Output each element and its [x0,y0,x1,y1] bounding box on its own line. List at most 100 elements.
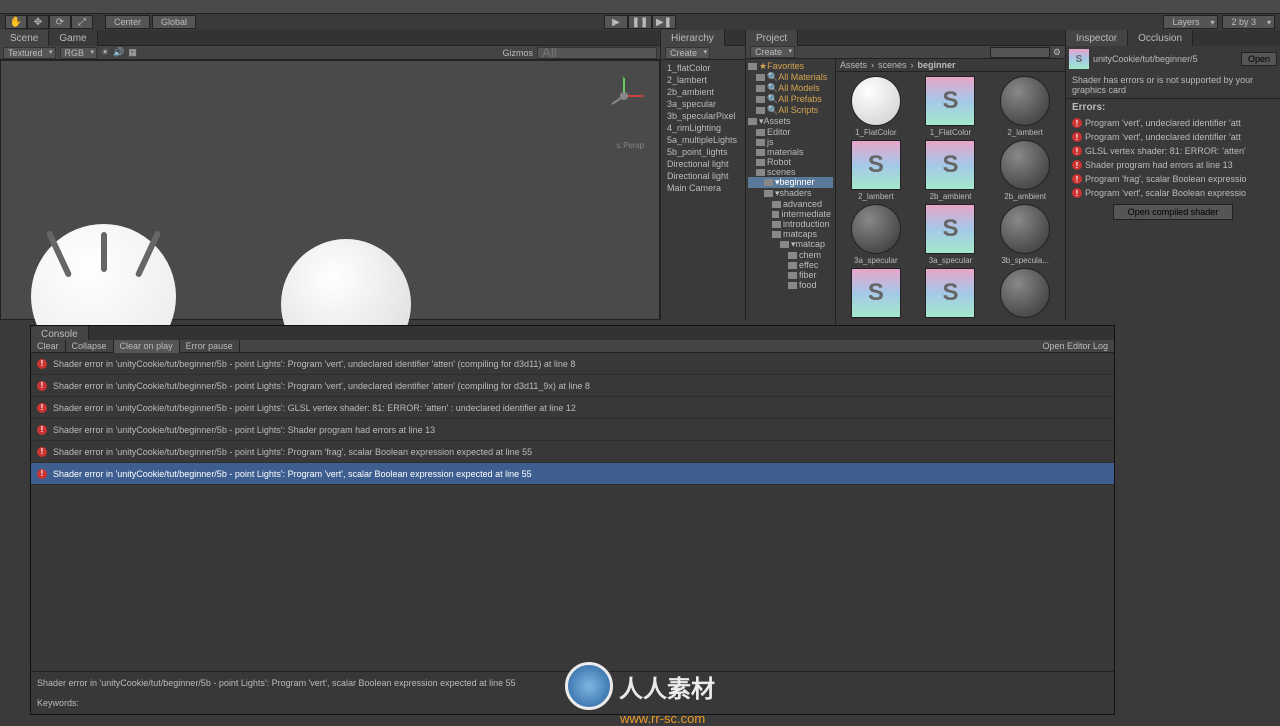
tab-project[interactable]: Project [746,30,798,46]
console-row[interactable]: !Shader error in 'unityCookie/tut/beginn… [31,441,1114,463]
open-button[interactable]: Open [1241,52,1277,66]
project-create[interactable]: Create [750,46,795,58]
move-tool[interactable]: ✥ [27,15,49,29]
asset-item[interactable]: 1_FlatColor [840,76,912,137]
tab-hierarchy[interactable]: Hierarchy [661,30,725,46]
tree-item[interactable]: effec [748,260,833,270]
asset-item[interactable]: S2b_ambient [915,140,987,201]
tree-item[interactable]: chem [748,250,833,260]
project-tree[interactable]: ★Favorites🔍All Materials🔍All Models🔍All … [746,59,836,324]
tree-item[interactable]: scenes [748,167,833,177]
audio-icon[interactable]: 🔊 [113,47,124,58]
inspector-error-row[interactable]: !Program 'vert', undeclared identifier '… [1066,116,1280,130]
open-compiled-button[interactable]: Open compiled shader [1113,204,1234,220]
collapse-button[interactable]: Collapse [66,340,114,353]
tree-item[interactable]: matcaps [748,229,833,239]
hierarchy-item[interactable]: Directional light [663,170,743,182]
bc-beginner[interactable]: beginner [918,60,956,70]
tree-item[interactable]: 🔍All Materials [748,72,833,83]
draw-mode[interactable]: Textured [3,47,56,59]
tree-item[interactable]: introduction [748,219,833,229]
inspector-error-row[interactable]: !Program 'vert', scalar Boolean expressi… [1066,186,1280,200]
tree-item[interactable]: 🔍All Models [748,83,833,94]
asset-item[interactable]: S [840,268,912,320]
fx-icon[interactable]: ▦ [128,47,137,58]
tree-item[interactable]: intermediate [748,209,833,219]
breadcrumb[interactable]: Assets › scenes › beginner [836,59,1065,72]
scale-tool[interactable]: ⤢ [71,15,93,29]
tree-item[interactable]: Editor [748,127,833,137]
bc-assets[interactable]: Assets [840,60,867,70]
console-row[interactable]: !Shader error in 'unityCookie/tut/beginn… [31,463,1114,485]
tree-item[interactable]: ★Favorites [748,61,833,72]
tree-item[interactable]: ▾matcap [748,239,833,250]
bc-scenes[interactable]: scenes [878,60,907,70]
rotate-tool[interactable]: ⟳ [49,15,71,29]
tree-item[interactable]: advanced [748,199,833,209]
persp-label[interactable]: ≤ Persp [616,141,644,150]
hierarchy-item[interactable]: 1_flatColor [663,62,743,74]
project-filter-icon[interactable]: ⚙ [1053,47,1061,58]
clear-on-play-button[interactable]: Clear on play [114,340,180,353]
clear-button[interactable]: Clear [31,340,66,353]
open-editor-log[interactable]: Open Editor Log [1036,341,1114,351]
console-row[interactable]: !Shader error in 'unityCookie/tut/beginn… [31,419,1114,441]
tree-item[interactable]: ▾beginner [748,177,833,188]
gizmos-label[interactable]: Gizmos [502,48,533,58]
asset-item[interactable] [989,268,1061,320]
hierarchy-item[interactable]: 3a_specular [663,98,743,110]
space-toggle[interactable]: Global [152,15,196,29]
pivot-toggle[interactable]: Center [105,15,150,29]
inspector-error-row[interactable]: !Shader program had errors at line 13 [1066,158,1280,172]
layers-dropdown[interactable]: Layers [1163,15,1218,29]
asset-item[interactable]: 2b_ambient [989,140,1061,201]
inspector-error-row[interactable]: !GLSL vertex shader: 81: ERROR: 'atten' [1066,144,1280,158]
asset-item[interactable]: S [915,268,987,320]
asset-item[interactable]: S2_lambert [840,140,912,201]
tab-inspector[interactable]: Inspector [1066,30,1128,46]
asset-item[interactable]: S3a_specular [915,204,987,265]
hierarchy-item[interactable]: 5a_multipleLights [663,134,743,146]
orientation-gizmo[interactable]: yx [604,76,644,116]
hierarchy-item[interactable]: 4_rimLighting [663,122,743,134]
tree-item[interactable]: Robot [748,157,833,167]
hand-tool[interactable]: ✋ [5,15,27,29]
console-row[interactable]: !Shader error in 'unityCookie/tut/beginn… [31,375,1114,397]
tab-game[interactable]: Game [49,30,97,46]
hierarchy-list[interactable]: 1_flatColor2_lambert2b_ambient3a_specula… [661,60,745,320]
tab-scene[interactable]: Scene [0,30,49,46]
scene-view[interactable]: yx ≤ Persp [0,60,660,320]
tab-occlusion[interactable]: Occlusion [1128,30,1193,46]
console-row[interactable]: !Shader error in 'unityCookie/tut/beginn… [31,397,1114,419]
layout-dropdown[interactable]: 2 by 3 [1222,15,1275,29]
inspector-error-row[interactable]: !Program 'frag', scalar Boolean expressi… [1066,172,1280,186]
project-search[interactable] [990,47,1050,58]
asset-item[interactable]: 3a_specular [840,204,912,265]
asset-item[interactable]: 2_lambert [989,76,1061,137]
hierarchy-item[interactable]: 3b_specularPixel [663,110,743,122]
hierarchy-create[interactable]: Create [665,47,710,59]
tree-item[interactable]: 🔍All Scripts [748,105,833,116]
error-pause-button[interactable]: Error pause [180,340,240,353]
tree-item[interactable]: 🔍All Prefabs [748,94,833,105]
step-button[interactable]: ▶❚ [652,15,676,29]
asset-item[interactable]: 3b_specula... [989,204,1061,265]
console-list[interactable]: !Shader error in 'unityCookie/tut/beginn… [31,353,1114,671]
tree-item[interactable]: js [748,137,833,147]
hierarchy-item[interactable]: 2b_ambient [663,86,743,98]
tree-item[interactable]: materials [748,147,833,157]
hierarchy-item[interactable]: Directional light [663,158,743,170]
light-icon[interactable]: ☀ [101,47,109,58]
tree-item[interactable]: ▾shaders [748,188,833,199]
inspector-error-row[interactable]: !Program 'vert', undeclared identifier '… [1066,130,1280,144]
hierarchy-item[interactable]: 5b_point_lights [663,146,743,158]
hierarchy-item[interactable]: 2_lambert [663,74,743,86]
scene-search[interactable] [537,47,657,59]
pause-button[interactable]: ❚❚ [628,15,652,29]
tree-item[interactable]: ▾Assets [748,116,833,127]
console-row[interactable]: !Shader error in 'unityCookie/tut/beginn… [31,353,1114,375]
render-mode[interactable]: RGB [60,47,98,59]
asset-item[interactable]: S1_FlatColor [915,76,987,137]
tree-item[interactable]: fiber [748,270,833,280]
tree-item[interactable]: food [748,280,833,290]
